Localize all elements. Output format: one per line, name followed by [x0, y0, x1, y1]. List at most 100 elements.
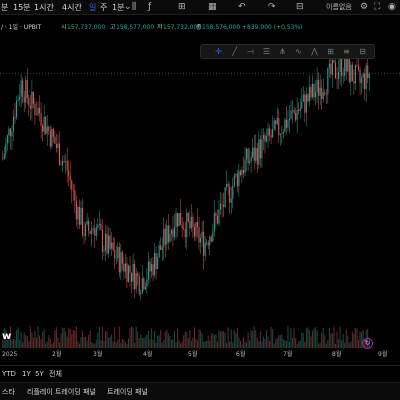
candle-body: [43, 116, 45, 132]
volume-bar: [63, 327, 65, 348]
volume-bar: [316, 330, 318, 348]
candle-body: [88, 220, 90, 231]
volume-bar: [227, 327, 229, 348]
volume-bar: [92, 343, 94, 348]
volume-bar: [147, 330, 149, 348]
candle-body: [273, 120, 275, 129]
volume-bar: [270, 327, 272, 348]
candle-body: [127, 265, 130, 282]
volume-bar: [198, 329, 200, 348]
tab-trading-panel[interactable]: 트레이딩 패널: [107, 383, 148, 400]
volume-bar: [213, 334, 215, 348]
candle-body: [42, 125, 44, 132]
volume-bar: [81, 330, 84, 348]
candle-body: [365, 65, 367, 89]
candle-body: [238, 170, 240, 187]
x-label-jun: 6월: [236, 351, 246, 358]
range-all[interactable]: 전체: [49, 366, 62, 382]
volume-bar: [123, 340, 125, 348]
volume-bar: [301, 332, 303, 348]
candle-body: [279, 133, 281, 136]
volume-bar: [331, 333, 333, 348]
candle-body: [292, 109, 294, 111]
volume-bar: [189, 330, 191, 348]
candle-body: [147, 261, 149, 280]
volume-bar: [341, 340, 343, 348]
candle-body: [336, 78, 338, 79]
volume-bar: [224, 332, 226, 348]
volume-bar: [311, 330, 314, 348]
volume-bar: [252, 330, 254, 348]
x-label-2025: 2025: [2, 351, 18, 358]
volume-bar: [212, 333, 214, 348]
candle-body: [144, 286, 146, 290]
volume-bar: [66, 336, 68, 348]
volume-bar: [58, 342, 61, 348]
volume-bar: [25, 335, 27, 348]
candle-body: [14, 116, 16, 118]
tab-screener[interactable]: 스타: [2, 383, 15, 400]
volume-bar: [91, 342, 93, 348]
volume-bar: [333, 327, 335, 348]
trendline-icon[interactable]: ╱: [227, 45, 242, 58]
text-icon[interactable]: ≡: [339, 45, 354, 58]
candle-body: [338, 71, 340, 79]
candle-body: [37, 107, 39, 116]
candle-body: [29, 105, 31, 109]
volume-bar: [235, 332, 237, 348]
volume-bar: [348, 342, 350, 348]
candle-body: [215, 213, 217, 216]
fib-icon[interactable]: ☰: [259, 45, 274, 58]
volume-bar: [330, 333, 332, 348]
candle-body: [55, 144, 57, 148]
range-5y[interactable]: 5Y: [35, 366, 44, 382]
range-1y[interactable]: 1Y: [22, 366, 31, 382]
volume-bar: [347, 335, 349, 348]
tab-replay-trading[interactable]: 리플레이 트레이딩 패널: [27, 383, 96, 400]
brush-icon[interactable]: ∿: [291, 45, 306, 58]
pattern-icon[interactable]: ⋀: [307, 45, 322, 58]
candle-body: [327, 67, 329, 95]
volume-bar: [322, 327, 324, 348]
candle-body: [140, 293, 142, 294]
long-position-icon[interactable]: ⊞: [323, 45, 338, 58]
goto-realtime-icon[interactable]: ↻: [362, 338, 373, 349]
volume-bar: [163, 339, 165, 348]
volume-bar: [83, 336, 85, 348]
volume-bar: [272, 329, 274, 348]
candle-body: [190, 216, 192, 229]
volume-bar: [239, 340, 241, 348]
candle-body: [265, 136, 268, 142]
candle-body: [104, 233, 107, 251]
volume-bar: [114, 327, 116, 348]
volume-bar: [98, 326, 100, 348]
range-ytd[interactable]: YTD: [2, 366, 16, 382]
candle-body: [150, 264, 153, 272]
volume-bar: [324, 334, 326, 348]
pitchfork-icon[interactable]: ⋔: [275, 45, 290, 58]
candle-body: [152, 264, 154, 276]
horizontal-ray-icon[interactable]: ⟞: [243, 45, 258, 58]
x-label-may: 5월: [188, 351, 198, 358]
volume-bar: [173, 330, 176, 348]
candle-body: [201, 231, 203, 238]
candle-body: [16, 100, 18, 118]
candle-body: [83, 234, 85, 236]
volume-bar: [35, 337, 38, 348]
volume-bar: [126, 343, 128, 348]
volume-bar: [308, 329, 310, 348]
volume-bar: [71, 334, 73, 348]
candle-body: [135, 273, 137, 290]
crosshair-icon[interactable]: ✛: [211, 45, 226, 58]
volume-bar: [46, 341, 48, 348]
candle-body: [178, 213, 180, 227]
measure-icon[interactable]: ⊟: [355, 45, 370, 58]
x-label-feb: 2월: [52, 351, 62, 358]
candle-body: [239, 170, 241, 176]
volume-bar: [26, 336, 28, 348]
volume-bar: [293, 328, 295, 348]
volume-bar: [137, 331, 139, 348]
candle-body: [155, 253, 157, 270]
candle-body: [288, 118, 291, 121]
volume-bar: [315, 327, 317, 348]
